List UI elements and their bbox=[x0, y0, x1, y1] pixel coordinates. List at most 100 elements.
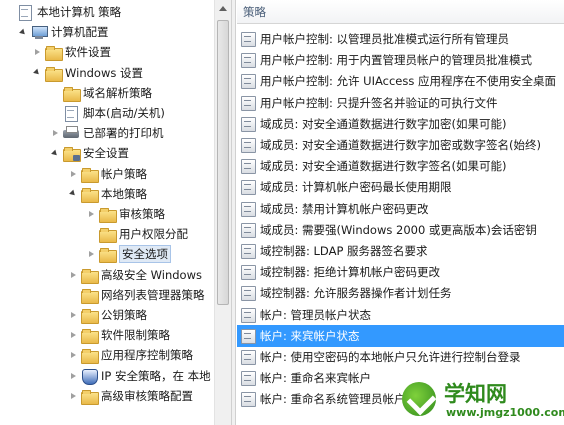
doc-icon bbox=[17, 5, 33, 21]
tree-scrollbar-thumb[interactable] bbox=[217, 20, 229, 305]
expander-glyph bbox=[70, 271, 76, 278]
expander-glyph bbox=[70, 392, 76, 399]
tree-item-label: 本地策略 bbox=[101, 186, 147, 201]
tree-scrollbar[interactable] bbox=[214, 0, 231, 425]
policy-row[interactable]: 域成员: 对安全通道数据进行数字加密或数字签名(始终) bbox=[237, 134, 564, 156]
policy-setting-icon bbox=[240, 349, 256, 365]
policy-label: 域成员: 对安全通道数据进行数字签名(如果可能) bbox=[260, 159, 507, 174]
collapsed-chevron-icon[interactable] bbox=[32, 42, 42, 62]
policy-setting-icon bbox=[240, 391, 256, 408]
policy-row[interactable]: 帐户: 管理员帐户状态 bbox=[237, 304, 564, 326]
tree-item[interactable]: Windows 设置 bbox=[32, 63, 143, 83]
tree-item[interactable]: 审核策略 bbox=[86, 204, 165, 224]
collapsed-chevron-icon[interactable] bbox=[68, 325, 78, 345]
folder-icon bbox=[45, 66, 63, 82]
tree-item[interactable]: 脚本(启动/关机) bbox=[50, 103, 165, 123]
tree-item[interactable]: 安全设置 bbox=[50, 143, 129, 163]
tree-item-label: 审核策略 bbox=[119, 207, 165, 221]
console-tree: 本地计算机 策略 计算机配置 软件设置 Windows 设置 域名解析策略 脚本(启动/关… bbox=[0, 0, 230, 425]
no-expander bbox=[4, 2, 14, 22]
expander-glyph bbox=[51, 149, 59, 158]
no-expander bbox=[50, 83, 60, 103]
tree-item[interactable]: 用户权限分配 bbox=[86, 224, 188, 244]
tree-item[interactable]: 公钥策略 bbox=[68, 305, 147, 325]
tree-item[interactable]: 网络列表管理器策略 bbox=[68, 285, 205, 305]
no-expander bbox=[86, 224, 96, 244]
collapsed-chevron-icon[interactable] bbox=[68, 164, 78, 184]
tree-item[interactable]: 已部署的打印机 bbox=[50, 123, 164, 143]
computer-icon bbox=[31, 25, 48, 40]
folder-icon bbox=[81, 187, 99, 203]
expanded-chevron-icon[interactable] bbox=[32, 63, 42, 83]
policy-row[interactable]: 域成员: 对安全通道数据进行数字加密(如果可能) bbox=[237, 113, 564, 135]
policy-row[interactable]: 用户帐户控制: 用于内置管理员帐户的管理员批准模式 bbox=[237, 49, 564, 71]
collapsed-chevron-icon[interactable] bbox=[68, 366, 78, 386]
policy-row[interactable]: 域成员: 禁用计算机帐户密码更改 bbox=[237, 198, 564, 220]
policy-label: 用户帐户控制: 只提升签名并验证的可执行文件 bbox=[260, 95, 498, 110]
tree-item[interactable]: 计算机配置 bbox=[18, 22, 109, 42]
policy-setting-icon bbox=[240, 370, 256, 387]
policy-label: 域成员: 对安全通道数据进行数字加密(如果可能) bbox=[260, 116, 507, 131]
tree-item-label: 安全选项 bbox=[119, 245, 171, 264]
policy-row[interactable]: 域控制器: LDAP 服务器签名要求 bbox=[237, 240, 564, 262]
folder-icon bbox=[81, 328, 99, 345]
policy-row[interactable]: 用户帐户控制: 允许 UIAccess 应用程序在不使用安全桌面 bbox=[237, 70, 564, 92]
policy-row[interactable]: 域控制器: 拒绝计算机帐户密码更改 bbox=[237, 261, 564, 283]
policy-setting-icon bbox=[240, 95, 256, 111]
policy-row[interactable]: 用户帐户控制: 以管理员批准模式运行所有管理员 bbox=[237, 28, 564, 50]
collapsed-chevron-icon[interactable] bbox=[68, 305, 78, 325]
collapsed-chevron-icon[interactable] bbox=[86, 204, 96, 224]
expanded-chevron-icon[interactable] bbox=[18, 22, 28, 42]
tree-item[interactable]: 帐户策略 bbox=[68, 164, 147, 184]
policy-setting-icon bbox=[240, 179, 256, 196]
folder-icon bbox=[81, 268, 99, 284]
tree-item[interactable]: 软件设置 bbox=[32, 42, 111, 62]
collapsed-chevron-icon[interactable] bbox=[68, 265, 78, 285]
policy-row[interactable]: 用户帐户控制: 只提升签名并验证的可执行文件 bbox=[237, 92, 564, 114]
tree-item[interactable]: 高级审核策略配置 bbox=[68, 386, 193, 406]
expanded-chevron-icon[interactable] bbox=[68, 184, 78, 204]
folder-icon bbox=[81, 288, 99, 304]
tree-item[interactable]: 本地计算机 策略 bbox=[4, 2, 121, 22]
expander-glyph bbox=[70, 332, 76, 339]
collapsed-chevron-icon[interactable] bbox=[68, 345, 78, 365]
policy-row[interactable]: 域成员: 计算机帐户密码最长使用期限 bbox=[237, 176, 564, 198]
expander-glyph bbox=[70, 372, 76, 379]
folder-icon bbox=[99, 207, 117, 223]
lock-folder-icon bbox=[63, 146, 81, 163]
folder-icon bbox=[63, 86, 81, 102]
expander-glyph bbox=[70, 170, 76, 177]
policy-row[interactable]: 域成员: 需要强(Windows 2000 或更高版本)会话密钥 bbox=[237, 219, 564, 241]
scroll-up-arrow-icon[interactable] bbox=[219, 6, 227, 11]
policy-setting-icon bbox=[240, 285, 256, 302]
tree-item[interactable]: 高级安全 Windows bbox=[68, 265, 202, 285]
tree-item[interactable]: 本地策略 bbox=[68, 184, 147, 204]
tree-item[interactable]: IP 安全策略，在 本地 bbox=[68, 366, 211, 386]
policy-label: 帐户: 管理员帐户状态 bbox=[260, 307, 372, 322]
tree-item[interactable]: 域名解析策略 bbox=[50, 83, 152, 103]
collapsed-chevron-icon[interactable] bbox=[86, 244, 96, 264]
column-header-policy[interactable]: 策略 bbox=[237, 0, 564, 24]
policy-row[interactable]: 帐户: 来宾帐户状态 bbox=[237, 324, 564, 347]
policy-row[interactable]: 域控制器: 允许服务器操作者计划任务 bbox=[237, 282, 564, 304]
expander-glyph bbox=[69, 189, 77, 198]
expanded-chevron-icon[interactable] bbox=[50, 143, 60, 163]
policy-setting-icon bbox=[240, 137, 256, 153]
policy-setting-icon bbox=[240, 264, 256, 281]
policy-row[interactable]: 帐户: 使用空密码的本地帐户只允许进行控制台登录 bbox=[237, 346, 564, 368]
policy-row[interactable]: 域成员: 对安全通道数据进行数字签名(如果可能) bbox=[237, 155, 564, 177]
collapsed-chevron-icon[interactable] bbox=[68, 386, 78, 406]
policy-label: 帐户: 使用空密码的本地帐户只允许进行控制台登录 bbox=[260, 350, 521, 364]
watermark-url: www.jmgz1000.com bbox=[446, 406, 564, 419]
policy-setting-icon bbox=[240, 328, 256, 344]
tree-item[interactable]: 软件限制策略 bbox=[68, 325, 170, 345]
expander-glyph bbox=[34, 49, 40, 56]
policy-label: 用户帐户控制: 用于内置管理员帐户的管理员批准模式 bbox=[260, 53, 533, 68]
expander-glyph bbox=[70, 352, 76, 359]
collapsed-chevron-icon[interactable] bbox=[50, 123, 60, 143]
tree-item[interactable]: 安全选项 bbox=[86, 244, 171, 264]
policy-label: 域成员: 计算机帐户密码最长使用期限 bbox=[260, 180, 452, 195]
pane-splitter[interactable] bbox=[231, 0, 236, 425]
policy-label: 帐户: 重命名来宾帐户 bbox=[260, 371, 372, 386]
tree-item[interactable]: 应用程序控制策略 bbox=[68, 345, 193, 365]
